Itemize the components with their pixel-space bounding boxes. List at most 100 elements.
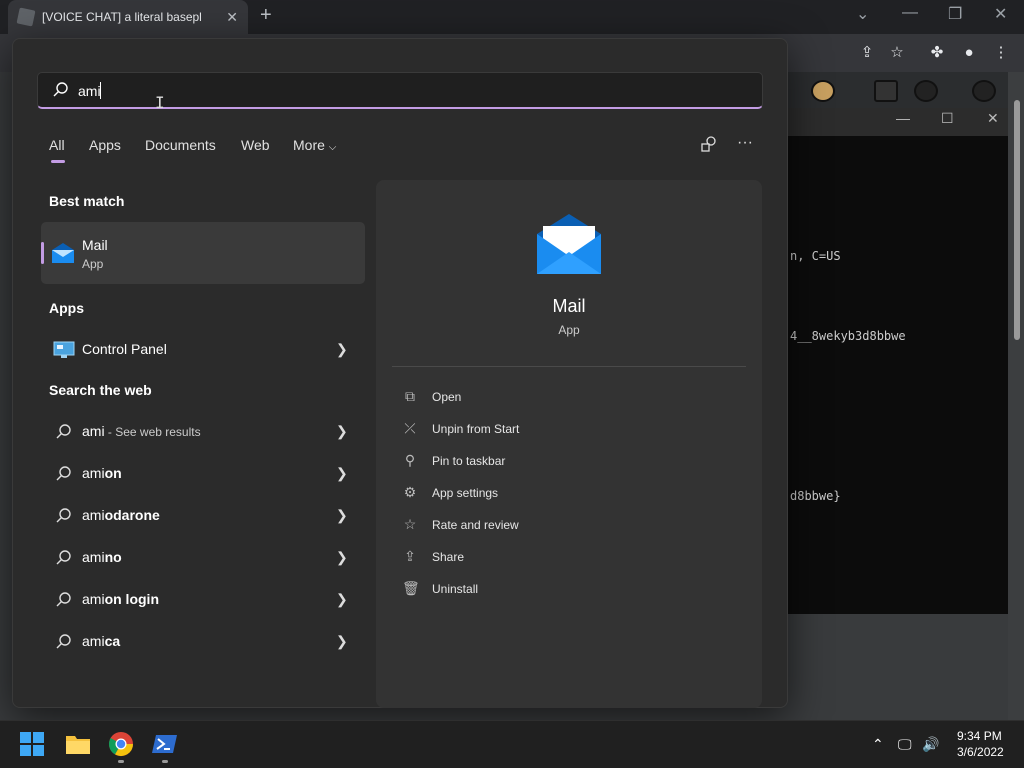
list-item-control-panel[interactable]: Control Panel ❯ [41, 330, 365, 370]
bookmark-star-icon[interactable]: ☆ [886, 42, 908, 64]
tab-apps[interactable]: Apps [89, 137, 121, 153]
gear-icon: ⚙ [403, 484, 417, 500]
action-rate-and-review[interactable]: ☆ Rate and review [402, 514, 702, 536]
action-share[interactable]: ⇪ Share [402, 546, 702, 568]
action-open[interactable]: ⧉ Open [402, 386, 702, 408]
search-web-heading: Search the web [49, 382, 152, 398]
more-options-icon[interactable]: ··· [737, 134, 753, 152]
chrome-icon[interactable] [107, 730, 135, 758]
web-suggestion-label: amino [82, 549, 122, 565]
search-icon [56, 508, 71, 523]
chevron-right-icon: ❯ [336, 465, 348, 481]
windows-start-icon[interactable] [20, 732, 44, 756]
suggestion-prefix: ami [82, 549, 105, 565]
menu-icon[interactable]: ⋮ [990, 42, 1012, 64]
profile-icon[interactable]: ● [958, 42, 980, 64]
chevron-right-icon: ❯ [336, 633, 348, 649]
action-label: Pin to taskbar [432, 454, 506, 468]
action-label: Rate and review [432, 518, 519, 532]
pin-icon: ⚲ [404, 452, 416, 468]
best-match-type: App [82, 257, 104, 271]
restore-window-icon[interactable]: ❐ [948, 4, 962, 24]
tab-search-icon[interactable]: ⌄ [856, 4, 869, 24]
list-item-label: Control Panel [82, 341, 167, 357]
powershell-icon[interactable] [151, 730, 179, 758]
web-suggestion-item[interactable]: amica ❯ [41, 622, 365, 662]
mail-app-icon [52, 243, 74, 263]
terminal-line: d8bbwe} [790, 489, 841, 503]
suggestion-prefix: ami [82, 465, 105, 481]
best-match-name: Mail [82, 237, 108, 253]
web-suggestion-label: amion [82, 465, 122, 481]
preview-subtitle: App [558, 323, 580, 337]
avatar[interactable] [811, 80, 835, 102]
web-result-label: ami - See web results [82, 423, 201, 439]
web-suggestion-item[interactable]: amion login ❯ [41, 580, 365, 620]
settings-gear-icon[interactable] [972, 80, 996, 102]
text-caret [100, 82, 101, 99]
search-input[interactable] [78, 82, 678, 100]
terminal-minimize-icon[interactable]: — [896, 110, 910, 126]
action-pin-to-taskbar[interactable]: ⚲ Pin to taskbar [402, 450, 702, 472]
volume-icon[interactable]: 🔊 [922, 736, 939, 753]
web-suggestion-item[interactable]: amion ❯ [41, 454, 365, 494]
suggestion-rest: odarone [104, 507, 160, 523]
close-window-icon[interactable]: ✕ [994, 4, 1007, 24]
share-search-icon[interactable] [700, 135, 718, 153]
action-app-settings[interactable]: ⚙ App settings [402, 482, 702, 504]
web-result-query: ami [82, 423, 105, 439]
action-label: App settings [432, 486, 499, 500]
search-icon [56, 634, 71, 649]
close-tab-icon[interactable]: ✕ [226, 9, 238, 26]
tab-web[interactable]: Web [241, 137, 270, 153]
tab-title: [VOICE CHAT] a literal basepl [42, 10, 202, 24]
robux-icon[interactable] [914, 80, 938, 102]
share-icon: ⇪ [404, 548, 416, 564]
action-uninstall[interactable]: 🗑 Uninstall [402, 578, 702, 600]
file-explorer-icon[interactable] [64, 730, 92, 758]
new-tab-button[interactable]: + [260, 4, 272, 27]
action-label: Uninstall [432, 582, 479, 596]
minimize-window-icon[interactable]: — [902, 4, 918, 22]
search-icon [53, 82, 68, 97]
catalog-icon[interactable] [874, 80, 898, 102]
terminal-line: 4__8wekyb3d8bbwe [790, 329, 906, 343]
network-icon[interactable]: 🖵 [898, 736, 912, 753]
search-icon [56, 550, 71, 565]
chevron-right-icon: ❯ [336, 341, 348, 357]
action-unpin-from-start[interactable]: ⤫ Unpin from Start [402, 418, 702, 440]
web-suggestion-item[interactable]: amiodarone ❯ [41, 496, 365, 536]
tab-all[interactable]: All [49, 137, 65, 153]
scrollbar-thumb[interactable] [1014, 100, 1020, 340]
search-icon [56, 592, 71, 607]
clock-time[interactable]: 9:34 PM [957, 729, 1002, 743]
tab-more[interactable]: More ⌵ [293, 137, 336, 153]
unpin-icon: ⤫ [404, 420, 416, 436]
action-label: Share [432, 550, 465, 564]
selection-accent [41, 242, 44, 264]
share-icon[interactable]: ⇪ [856, 42, 878, 64]
search-icon [56, 424, 71, 439]
chevron-right-icon: ❯ [336, 423, 348, 439]
clock-date[interactable]: 3/6/2022 [957, 745, 1004, 759]
terminal-maximize-icon[interactable]: ☐ [941, 110, 954, 127]
trash-icon: 🗑 [402, 580, 420, 596]
divider [392, 366, 746, 367]
action-label: Unpin from Start [432, 422, 520, 436]
terminal-close-icon[interactable]: ✕ [987, 110, 999, 127]
preview-title: Mail [552, 296, 586, 316]
tab-documents[interactable]: Documents [145, 137, 216, 153]
extensions-icon[interactable]: ✤ [926, 42, 948, 64]
browser-tab[interactable]: [VOICE CHAT] a literal basepl ✕ [8, 0, 248, 34]
chevron-right-icon: ❯ [336, 591, 348, 607]
web-suggestion-item[interactable]: amino ❯ [41, 538, 365, 578]
apps-heading: Apps [49, 300, 84, 316]
running-indicator [162, 760, 168, 763]
web-result-suffix: - See web results [104, 425, 201, 439]
best-match-item[interactable] [41, 222, 365, 284]
roblox-favicon-icon [16, 7, 36, 27]
chevron-up-icon[interactable]: ⌃ [872, 736, 884, 753]
chevron-down-icon: ⌵ [328, 142, 337, 153]
star-icon: ☆ [403, 516, 417, 532]
web-result-item[interactable]: ami - See web results ❯ [41, 412, 365, 452]
